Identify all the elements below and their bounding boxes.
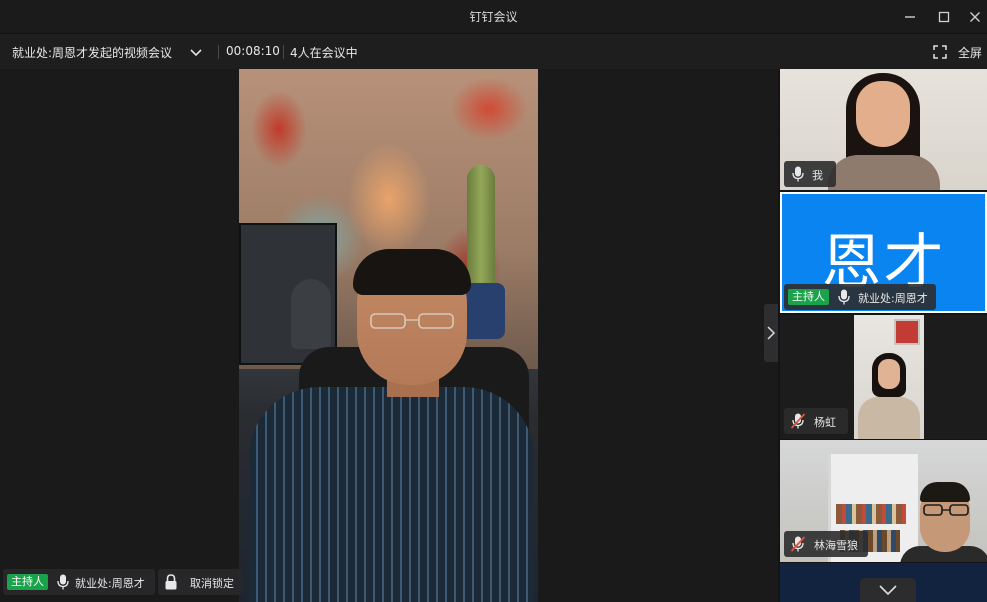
- collapse-sidebar-button[interactable]: [764, 304, 778, 362]
- divider: [218, 45, 219, 59]
- participant-name: 杨虹: [814, 416, 836, 429]
- microphone-icon: [57, 574, 69, 590]
- chevron-right-icon: [767, 326, 776, 340]
- participant-tile-yang-hong[interactable]: 杨虹: [780, 315, 987, 439]
- microphone-icon: [792, 166, 804, 182]
- participant-tile-lin-hai-xue-lang[interactable]: 林海雪狼: [780, 440, 987, 562]
- meeting-dropdown-button[interactable]: [186, 42, 206, 62]
- speaker-glasses: [370, 313, 454, 329]
- meeting-name[interactable]: 就业处:周恩才发起的视频会议: [12, 44, 172, 61]
- minimize-button[interactable]: [893, 0, 927, 33]
- host-badge: 主持人: [788, 289, 829, 305]
- fullscreen-icon[interactable]: [932, 44, 948, 60]
- participant-body: [858, 397, 920, 439]
- chevron-down-icon: [879, 585, 897, 596]
- main-stage: 主持人 就业处:周恩才 取消锁定: [0, 69, 778, 602]
- participant-glasses: [923, 504, 969, 516]
- participant-label: 林海雪狼: [784, 531, 868, 557]
- participant-label: 我: [784, 161, 836, 187]
- unlock-label: 取消锁定: [190, 577, 234, 590]
- speaker-hair: [353, 249, 471, 295]
- participant-tile-me[interactable]: 我: [780, 69, 987, 190]
- minimize-icon: [905, 15, 915, 18]
- close-button[interactable]: [958, 0, 987, 33]
- books: [836, 504, 906, 524]
- chevron-down-icon: [190, 49, 202, 57]
- cactus-plant: [467, 165, 495, 295]
- muted-microphone-icon: [790, 413, 806, 429]
- participant-name: 我: [812, 169, 823, 182]
- maximize-icon: [938, 11, 950, 22]
- microphone-icon: [838, 289, 850, 305]
- participant-name: 林海雪狼: [814, 539, 858, 552]
- host-badge: 主持人: [7, 574, 48, 590]
- participant-face: [878, 359, 900, 389]
- monitor-reflection: [291, 279, 331, 349]
- maximize-button[interactable]: [927, 0, 961, 33]
- participant-name: 就业处:周恩才: [858, 292, 928, 305]
- participant-label: 杨虹: [784, 408, 848, 434]
- speaker-tag: 主持人 就业处:周恩才: [3, 569, 155, 595]
- window-title: 钉钉会议: [469, 10, 518, 24]
- divider: [283, 45, 284, 59]
- lock-icon: [165, 574, 177, 590]
- background-monitor: [239, 223, 337, 365]
- participant-label: 主持人 就业处:周恩才: [784, 284, 936, 310]
- participant-tile-host[interactable]: 恩才 主持人 就业处:周恩才: [780, 192, 987, 313]
- participant-count[interactable]: 4人在会议中: [290, 44, 358, 61]
- title-bar: 钉钉会议: [0, 0, 987, 33]
- participant-face: [856, 81, 910, 147]
- main-video-feed[interactable]: [239, 69, 538, 602]
- speaker-shirt: [249, 387, 534, 602]
- wall-picture: [894, 319, 920, 345]
- close-icon: [970, 11, 980, 22]
- scroll-down-button[interactable]: [860, 578, 916, 602]
- muted-microphone-icon: [790, 536, 806, 552]
- meeting-info-bar: 就业处:周恩才发起的视频会议 00:08:10 4人在会议中 全屏: [0, 33, 987, 69]
- meeting-timer: 00:08:10: [226, 44, 280, 58]
- participant-sidebar: 我 恩才 主持人 就业处:周恩才 杨虹 林海雪狼: [778, 69, 987, 602]
- speaker-name: 就业处:周恩才: [75, 577, 145, 590]
- participant-hair: [920, 482, 970, 502]
- participant-body: [828, 155, 940, 190]
- unlock-button[interactable]: 取消锁定: [158, 569, 242, 595]
- fullscreen-button[interactable]: 全屏: [958, 44, 982, 61]
